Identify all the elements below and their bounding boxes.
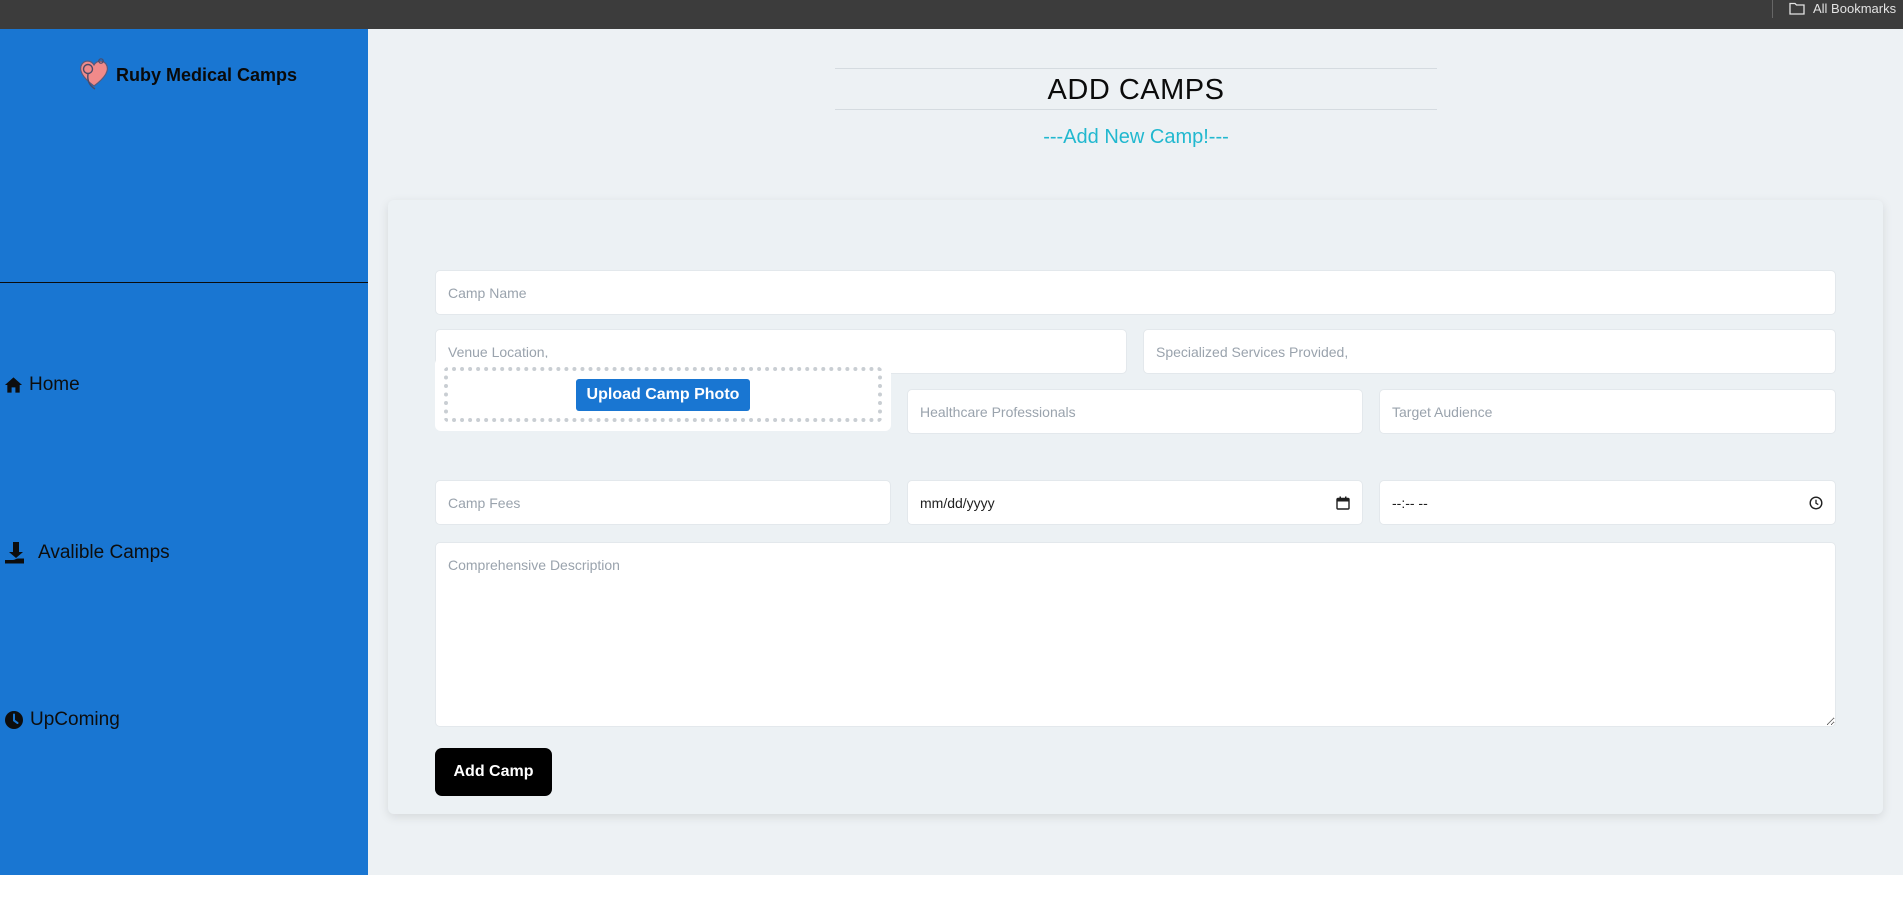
sidebar-item-label: UpComing: [30, 709, 120, 730]
camp-name-input[interactable]: [435, 270, 1836, 315]
heart-logo-icon: [74, 53, 114, 98]
brand[interactable]: Ruby Medical Camps: [74, 53, 297, 98]
specialized-services-input[interactable]: [1143, 329, 1836, 374]
hand-holding-icon: [4, 541, 28, 565]
clock-picker-icon[interactable]: [1809, 495, 1823, 510]
add-camp-button[interactable]: Add Camp: [435, 748, 552, 796]
clock-icon: [4, 710, 24, 730]
add-camp-form: Upload Camp Photo mm/dd/yyyy --:-- --: [388, 200, 1883, 814]
home-icon: [4, 376, 23, 394]
main-content: ADD CAMPS ---Add New Camp!--- Upload Cam…: [368, 29, 1903, 875]
folder-icon: [1789, 2, 1805, 15]
sidebar-item-home[interactable]: Home: [4, 374, 80, 396]
time-value: --:-- --: [1392, 494, 1428, 511]
title-bottom-rule: [835, 109, 1437, 110]
upload-camp-photo-button[interactable]: Upload Camp Photo: [575, 378, 751, 411]
brand-title: Ruby Medical Camps: [116, 65, 298, 85]
sidebar-item-available-camps[interactable]: Avalible Camps: [4, 541, 170, 565]
calendar-icon[interactable]: [1336, 496, 1350, 510]
date-value: mm/dd/yyyy: [920, 494, 995, 511]
healthcare-professionals-input[interactable]: [907, 389, 1363, 434]
camp-date-input[interactable]: mm/dd/yyyy: [907, 480, 1363, 525]
photo-upload-area[interactable]: Upload Camp Photo: [435, 358, 891, 431]
comprehensive-description-textarea[interactable]: [435, 542, 1836, 727]
camp-fees-input[interactable]: [435, 480, 891, 525]
sidebar-item-label: Home: [29, 374, 80, 395]
sidebar-item-label: Avalible Camps: [38, 542, 170, 563]
sidebar-item-upcoming[interactable]: UpComing: [4, 709, 120, 731]
all-bookmarks-label: All Bookmarks: [1813, 1, 1897, 16]
browser-bookmarks-bar: All Bookmarks: [0, 0, 1903, 29]
page-title: ADD CAMPS: [1047, 74, 1225, 106]
all-bookmarks-button[interactable]: All Bookmarks: [1789, 1, 1896, 16]
sidebar-divider: [0, 282, 368, 283]
bookmarks-divider: [1772, 0, 1773, 18]
upload-dropzone[interactable]: Upload Camp Photo: [444, 367, 882, 422]
camp-time-input[interactable]: --:-- --: [1379, 480, 1836, 525]
sidebar: Ruby Medical Camps Home Avalible Camps U…: [0, 29, 368, 875]
target-audience-input[interactable]: [1379, 389, 1836, 434]
page-subtitle: ---Add New Camp!---: [1043, 126, 1229, 148]
page-header: ADD CAMPS: [835, 68, 1437, 110]
